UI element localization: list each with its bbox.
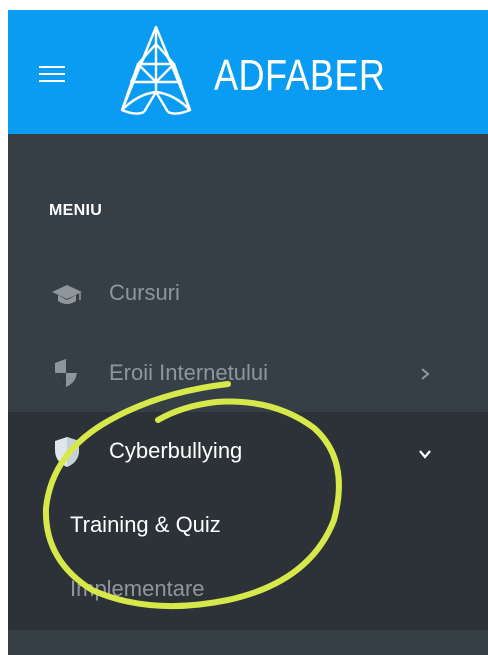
sidebar-panel: ADFABER MENIU Cursuri Eroii Internetului… — [8, 10, 488, 655]
shield-icon — [55, 437, 79, 467]
menu-header: MENIU — [49, 202, 103, 219]
chevron-down-icon[interactable] — [418, 447, 432, 461]
sidebar-item-label: Eroii Internetului — [109, 360, 268, 385]
sidebar-item-eroii-internetului[interactable]: Eroii Internetului — [8, 334, 488, 412]
chevron-right-icon[interactable] — [418, 367, 432, 381]
brand-name[interactable]: ADFABER — [214, 46, 385, 106]
sidebar-item-label: Cyberbullying — [109, 438, 243, 463]
submenu-item-training-quiz[interactable]: Training & Quiz — [70, 512, 221, 538]
shield-icon — [55, 359, 77, 387]
sidebar-item-cursuri[interactable]: Cursuri — [8, 254, 488, 332]
adfaber-logo-icon — [120, 25, 192, 115]
submenu-item-implementare[interactable]: Implementare — [70, 576, 205, 602]
bottom-strip — [8, 630, 488, 655]
sidebar-item-cyberbullying[interactable]: Cyberbullying — [8, 412, 488, 490]
graduation-cap-icon — [52, 285, 82, 304]
top-bar: ADFABER — [8, 10, 488, 134]
hamburger-icon[interactable] — [39, 65, 65, 83]
sidebar-item-label: Cursuri — [109, 280, 180, 305]
